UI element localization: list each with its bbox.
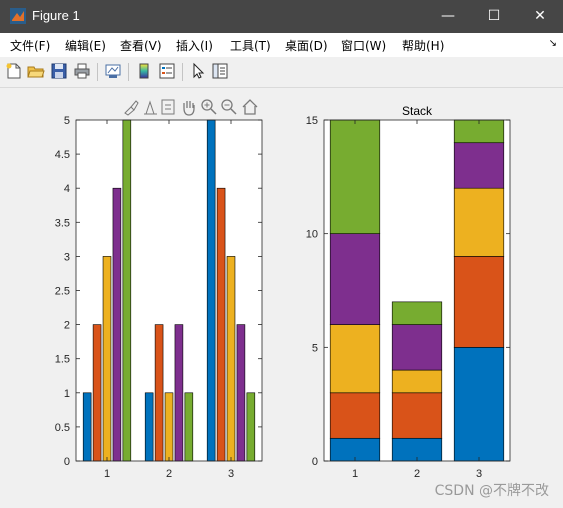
y-tick-label: 5: [312, 342, 318, 354]
bar: [102, 256, 112, 462]
bar-segment: [391, 324, 443, 371]
menu-insert[interactable]: 插入(I): [176, 37, 213, 54]
edit-plot-icon[interactable]: [189, 62, 207, 80]
window-titlebar[interactable]: Figure 1 — ☐ ✕: [0, 0, 563, 33]
y-tick-label: 3.5: [55, 217, 70, 229]
y-tick-label: 3: [64, 251, 70, 263]
close-button[interactable]: ✕: [517, 0, 563, 33]
bar-segment: [453, 142, 505, 189]
menu-help[interactable]: 帮助(H): [402, 37, 444, 54]
insert-colorbar-icon[interactable]: [135, 62, 153, 80]
bar: [184, 392, 194, 462]
print-icon[interactable]: [73, 62, 91, 80]
bar: [122, 119, 132, 462]
y-tick-label: 0: [312, 456, 318, 468]
bar: [144, 392, 154, 462]
maximize-button[interactable]: ☐: [471, 0, 517, 33]
bar-segment: [329, 119, 381, 234]
x-tick-label: 2: [166, 468, 172, 480]
y-tick-label: 0: [64, 456, 70, 468]
y-tick-label: 4: [64, 183, 70, 195]
y-tick-label: 10: [306, 229, 318, 241]
bar-segment: [329, 324, 381, 394]
bar-segment: [391, 301, 443, 325]
bar: [226, 256, 236, 462]
toolbar-separator: [182, 63, 183, 81]
bar-segment: [453, 347, 505, 462]
y-tick-label: 1: [64, 388, 70, 400]
bar: [92, 324, 102, 462]
y-tick-label: 2: [64, 320, 70, 332]
link-plot-icon[interactable]: [104, 62, 122, 80]
minimize-button[interactable]: —: [425, 0, 471, 33]
insert-legend-icon[interactable]: [158, 62, 176, 80]
bar-segment: [329, 233, 381, 325]
toolbar-separator: [97, 63, 98, 81]
menu-overflow-icon[interactable]: ↘: [549, 38, 557, 49]
bar: [112, 187, 122, 462]
x-tick-label: 1: [104, 468, 110, 480]
axes-grouped-bar[interactable]: 0 0.5 1 1.5 2 2.5 3 3.5 4 4.5 5 1 2 3: [55, 115, 263, 480]
bar-segment: [329, 392, 381, 439]
matlab-logo-icon: [10, 8, 26, 24]
bar: [236, 324, 246, 462]
y-tick-label: 4.5: [55, 149, 70, 161]
menu-view[interactable]: 查看(V): [120, 37, 162, 54]
x-tick-label: 3: [228, 468, 234, 480]
menu-edit[interactable]: 编辑(E): [65, 37, 106, 54]
menu-bar: 文件(F) 编辑(E) 查看(V) 插入(I) 工具(T) 桌面(D) 窗口(W…: [0, 33, 563, 57]
bar: [246, 392, 256, 462]
y-tick-label: 0.5: [55, 422, 70, 434]
axes-title: Stack: [402, 104, 433, 118]
toolbar-separator: [128, 63, 129, 81]
bar: [82, 392, 92, 462]
new-figure-icon[interactable]: [5, 62, 23, 80]
menu-window[interactable]: 窗口(W): [341, 37, 386, 54]
open-file-icon[interactable]: [27, 62, 45, 80]
y-tick-label: 2.5: [55, 286, 70, 298]
bar: [174, 324, 184, 462]
property-inspector-icon[interactable]: [211, 62, 229, 80]
axes-stacked-bar[interactable]: 0 5 10 15 1 2 3 Stack: [306, 104, 511, 480]
bar: [154, 324, 164, 462]
figure-toolbar: [0, 57, 563, 88]
menu-tools[interactable]: 工具(T): [230, 37, 271, 54]
x-tick-label: 3: [476, 468, 482, 480]
x-tick-label: 2: [414, 468, 420, 480]
bar-segment: [453, 187, 505, 257]
bar: [216, 187, 226, 462]
watermark: CSDN @不牌不改: [434, 483, 549, 499]
menu-file[interactable]: 文件(F): [10, 37, 50, 54]
x-tick-label: 1: [352, 468, 358, 480]
bar-segment: [453, 256, 505, 348]
bar: [164, 392, 174, 462]
y-tick-label: 1.5: [55, 354, 70, 366]
bar: [206, 119, 216, 462]
figure-canvas: 0 0.5 1 1.5 2 2.5 3 3.5 4 4.5 5 1 2 3 0 5 10 15 1 2 3 Stack: [55, 104, 511, 480]
y-tick-label: 15: [306, 115, 318, 127]
window-title: Figure 1: [32, 8, 80, 23]
bar-segment: [391, 392, 443, 439]
y-tick-label: 5: [64, 115, 70, 127]
menu-desktop[interactable]: 桌面(D): [285, 37, 328, 54]
save-icon[interactable]: [50, 62, 68, 80]
bar-segment: [391, 369, 443, 394]
